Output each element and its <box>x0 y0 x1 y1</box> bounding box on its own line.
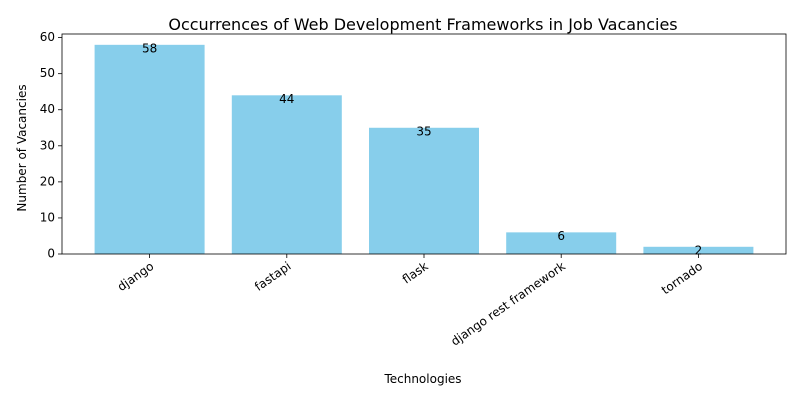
x-tick-label: django <box>115 259 157 294</box>
y-tick-label: 20 <box>40 174 55 188</box>
bar-django <box>94 44 205 254</box>
data-label: 44 <box>279 92 294 106</box>
y-tick-label: 10 <box>40 210 55 224</box>
data-label: 35 <box>416 124 431 138</box>
y-tick-label: 40 <box>40 102 55 116</box>
data-label: 58 <box>142 41 157 55</box>
x-tick-label: tornado <box>659 259 705 297</box>
x-tick-label: fastapi <box>252 259 293 294</box>
chart-container: 58 44 35 6 2 0 10 20 30 40 50 60 django fastapi flask d… <box>0 0 800 400</box>
y-tick-label: 60 <box>40 30 55 44</box>
bar-fastapi <box>231 95 342 254</box>
y-axis-label: Number of Vacancies <box>15 84 29 211</box>
y-tick-label: 50 <box>40 66 55 80</box>
plot-area: 584435620102030405060django fastapi flask d… <box>40 30 787 349</box>
bar-flask <box>369 127 479 254</box>
x-tick-label: django rest framework <box>448 259 568 349</box>
bar-chart: 584435620102030405060django fastapi flask d… <box>15 15 787 386</box>
y-tick-label: 0 <box>47 247 55 261</box>
data-label: 6 <box>557 229 565 243</box>
chart-title: Occurrences of Web Development Framework… <box>168 15 677 34</box>
x-tick-label: flask <box>400 259 431 287</box>
x-axis-label: Technologies <box>383 372 461 386</box>
y-tick-label: 30 <box>40 138 55 152</box>
